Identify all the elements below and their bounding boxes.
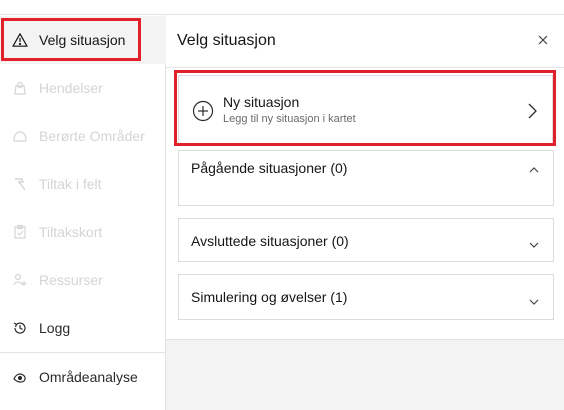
sidebar-item-omradeanalyse[interactable]: Områdeanalyse (0, 353, 166, 401)
sidebar-item-label: Velg situasjon (39, 32, 126, 48)
panel-footer (166, 339, 564, 410)
add-circle-icon (192, 100, 214, 122)
section-pagaende-situasjoner[interactable]: Pågående situasjoner (0) (178, 150, 554, 206)
warning-icon (11, 31, 29, 49)
person-add-icon (11, 271, 29, 289)
sidebar-item-label: Tiltakskort (39, 224, 103, 240)
chevron-down-icon (527, 294, 541, 305)
sidebar-item-velg-situasjon[interactable]: Velg situasjon (0, 16, 166, 64)
chevron-down-icon (527, 237, 541, 248)
close-button[interactable] (536, 34, 550, 48)
sidebar-item-berorte-omrader[interactable]: Berørte Områder (0, 112, 166, 160)
sidebar-item-label: Ressurser (39, 272, 103, 288)
analysis-icon (11, 368, 29, 386)
chevron-up-icon (527, 162, 541, 173)
sidebar-item-tiltak-i-felt[interactable]: Tiltak i felt (0, 160, 166, 208)
page-title: Velg situasjon (177, 32, 276, 49)
section-label: Pågående situasjoner (0) (191, 160, 348, 176)
hammer-icon (11, 175, 29, 193)
panel-header: Velg situasjon (166, 15, 564, 68)
area-icon (11, 127, 29, 145)
chevron-right-icon (526, 102, 538, 120)
sidebar-item-label: Berørte Områder (39, 128, 145, 144)
new-situation-subtitle: Legg til ny situasjon i kartet (223, 113, 356, 125)
sidebar-item-ressurser[interactable]: Ressurser (0, 256, 166, 304)
history-icon (11, 319, 29, 337)
new-situation-button[interactable]: Ny situasjon Legg til ny situasjon i kar… (178, 75, 553, 146)
section-simulering-og-ovelser[interactable]: Simulering og øvelser (1) (178, 274, 554, 320)
sidebar: Velg situasjon Hendelser Berørte Områder… (0, 15, 166, 410)
sidebar-item-logg[interactable]: Logg (0, 304, 166, 352)
section-label: Simulering og øvelser (1) (191, 289, 348, 305)
new-situation-title: Ny situasjon (223, 94, 300, 110)
section-avsluttede-situasjoner[interactable]: Avsluttede situasjoner (0) (178, 218, 554, 262)
map-pin-icon (11, 79, 29, 97)
sidebar-item-label: Tiltak i felt (39, 176, 102, 192)
sidebar-item-label: Logg (39, 320, 71, 336)
sidebar-item-label: Områdeanalyse (39, 369, 138, 385)
situation-panel: Velg situasjon Ny situasjon Legg til ny … (166, 15, 564, 410)
close-icon (538, 32, 548, 50)
clipboard-icon (11, 223, 29, 241)
sidebar-item-tiltakskort[interactable]: Tiltakskort (0, 208, 166, 256)
sidebar-item-hendelser[interactable]: Hendelser (0, 64, 166, 112)
section-label: Avsluttede situasjoner (0) (191, 233, 349, 249)
sidebar-item-label: Hendelser (39, 80, 103, 96)
